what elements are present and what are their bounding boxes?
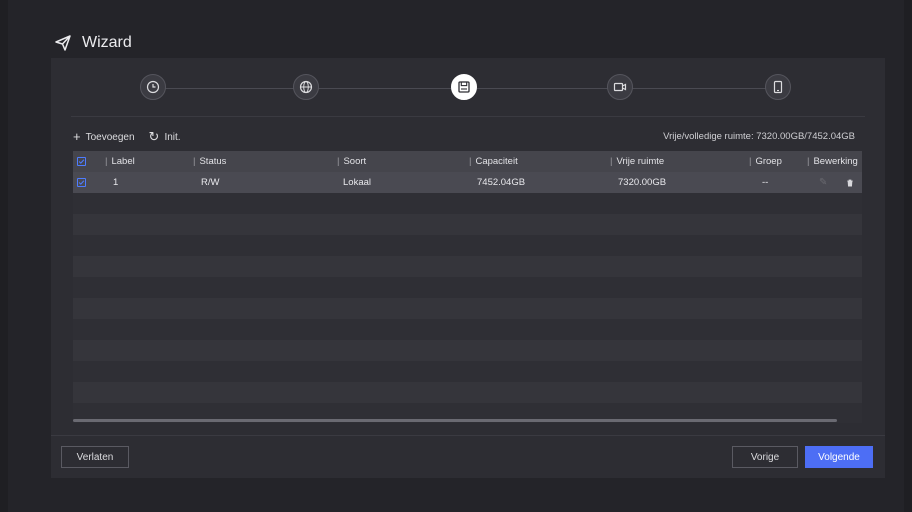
clock-icon xyxy=(146,80,160,94)
divider xyxy=(51,435,885,436)
empty-row xyxy=(73,193,862,214)
empty-row xyxy=(73,298,862,319)
cell-label: 1 xyxy=(113,177,119,188)
storage-table: | Label | Status | Soort | Capaciteit | Vrije… xyxy=(73,151,862,423)
free-space-info: Vrije/volledige ruimte: 7320.00GB/7452.0… xyxy=(663,131,855,142)
wizard-window: Wizard + Toevoegen ↻ Init. Vrije/volledi… xyxy=(8,0,904,512)
column-header-bewerking[interactable]: | Bewerking xyxy=(807,151,858,172)
phone-icon xyxy=(773,80,783,94)
paper-plane-icon xyxy=(54,34,72,52)
table-row[interactable]: 1 R/W Lokaal 7452.04GB 7320.00GB -- ✎ xyxy=(73,172,862,193)
cell-groep: -- xyxy=(762,177,769,188)
edit-icon[interactable]: ✎ xyxy=(819,172,827,193)
check-icon xyxy=(78,159,85,164)
init-button[interactable]: ↻ Init. xyxy=(148,129,181,144)
divider xyxy=(71,116,865,117)
plus-icon: + xyxy=(73,129,81,144)
storage-toolbar: + Toevoegen ↻ Init. xyxy=(73,128,181,146)
wizard-panel: + Toevoegen ↻ Init. Vrije/volledige ruim… xyxy=(51,58,885,478)
step-network[interactable] xyxy=(293,74,319,100)
check-icon xyxy=(78,180,85,185)
column-header-soort[interactable]: | Soort xyxy=(337,151,366,172)
camera-icon xyxy=(613,82,627,92)
empty-row xyxy=(73,382,862,403)
add-button[interactable]: + Toevoegen xyxy=(73,129,135,144)
step-camera[interactable] xyxy=(607,74,633,100)
step-mobile[interactable] xyxy=(765,74,791,100)
row-checkbox[interactable] xyxy=(77,172,86,193)
empty-row xyxy=(73,319,862,340)
trash-icon[interactable] xyxy=(846,172,854,193)
previous-button[interactable]: Vorige xyxy=(732,446,798,468)
empty-row xyxy=(73,361,862,382)
cell-vrije-ruimte: 7320.00GB xyxy=(618,177,667,188)
column-header-vrije-ruimte[interactable]: | Vrije ruimte xyxy=(610,151,664,172)
cell-capaciteit: 7452.04GB xyxy=(477,177,526,188)
next-button[interactable]: Volgende xyxy=(805,446,873,468)
step-time[interactable] xyxy=(140,74,166,100)
cell-soort: Lokaal xyxy=(343,177,371,188)
step-indicator xyxy=(51,70,885,106)
empty-row xyxy=(73,277,862,298)
empty-row xyxy=(73,235,862,256)
column-header-capaciteit[interactable]: | Capaciteit xyxy=(469,151,518,172)
globe-icon xyxy=(299,80,313,94)
table-header: | Label | Status | Soort | Capaciteit | Vrije… xyxy=(73,151,862,172)
step-storage[interactable] xyxy=(451,74,477,100)
column-header-status[interactable]: | Status xyxy=(193,151,226,172)
column-header-groep[interactable]: | Groep xyxy=(749,151,782,172)
empty-row xyxy=(73,256,862,277)
wizard-header: Wizard xyxy=(54,30,132,56)
horizontal-scrollbar[interactable] xyxy=(73,419,837,422)
empty-row xyxy=(73,340,862,361)
empty-row xyxy=(73,214,862,235)
column-header-label[interactable]: | Label xyxy=(105,151,135,172)
select-all-checkbox[interactable] xyxy=(77,151,86,172)
exit-button[interactable]: Verlaten xyxy=(61,446,129,468)
wizard-title: Wizard xyxy=(82,34,132,51)
storage-icon xyxy=(458,81,470,93)
cell-status: R/W xyxy=(201,177,220,188)
refresh-icon: ↻ xyxy=(148,129,160,144)
